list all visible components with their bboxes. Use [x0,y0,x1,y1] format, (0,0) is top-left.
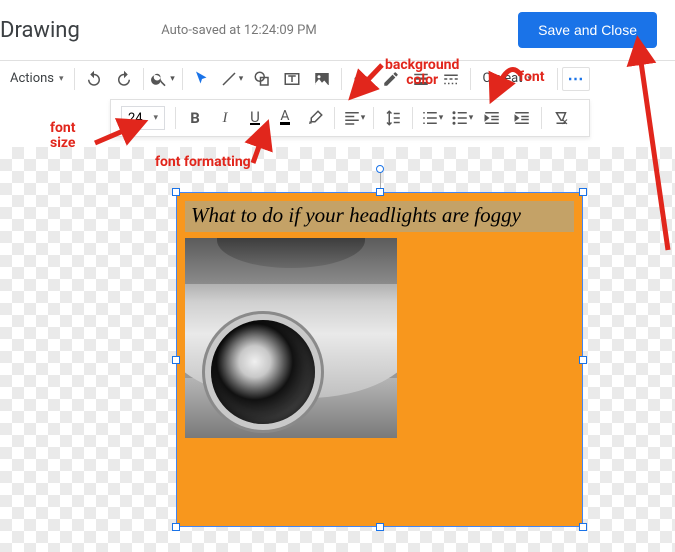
zoom-button[interactable]: ▾ [148,64,178,94]
separator [182,68,183,90]
redo-button[interactable] [109,64,139,94]
resize-handle-n[interactable] [376,188,384,196]
undo-button[interactable] [79,64,109,94]
separator [470,68,471,90]
font-family-select[interactable]: Caveat [475,67,553,90]
resize-handle-s[interactable] [376,523,384,531]
border-dash-button[interactable] [436,64,466,94]
resize-handle-sw[interactable] [172,523,180,531]
resize-handle-nw[interactable] [172,188,180,196]
separator [541,107,542,129]
selected-shape[interactable]: What to do if your headlights are foggy [176,192,583,527]
shape-tool[interactable] [247,64,277,94]
dialog-header: Drawing Auto-saved at 12:24:09 PM Save a… [0,0,675,60]
resize-handle-se[interactable] [579,523,587,531]
italic-button[interactable]: I [210,103,240,133]
textbox-tool[interactable] [277,64,307,94]
font-size-input[interactable]: 24 [121,106,165,130]
rotation-handle[interactable] [376,165,384,173]
embedded-image[interactable] [185,238,397,438]
separator [175,107,176,129]
actions-menu[interactable]: Actions [4,67,70,90]
increase-indent-button[interactable] [507,103,537,133]
separator [74,68,75,90]
fill-color-button[interactable] [346,64,376,94]
resize-handle-w[interactable] [172,356,180,364]
separator [143,68,144,90]
align-button[interactable]: ▾ [339,103,369,133]
separator [341,68,342,90]
highlight-color-button[interactable] [300,103,330,133]
separator [334,107,335,129]
separator [412,107,413,129]
numbered-list-button[interactable]: ▾ [417,103,447,133]
clear-formatting-button[interactable] [546,103,576,133]
text-color-button[interactable]: A [270,103,300,133]
bold-button[interactable]: B [180,103,210,133]
dialog-title: Drawing [0,18,80,43]
line-tool[interactable]: ▾ [217,64,247,94]
separator [557,68,558,90]
text-format-toolbar: 24 B I U A ▾ ▾ ▾ [110,99,590,137]
border-color-button[interactable] [376,64,406,94]
border-weight-button[interactable] [406,64,436,94]
more-tools-button[interactable]: ⋯ [562,67,590,91]
resize-handle-ne[interactable] [579,188,587,196]
drawing-canvas[interactable]: What to do if your headlights are foggy [0,147,675,552]
separator [373,107,374,129]
primary-toolbar: Actions ▾ ▾ Caveat ⋯ [0,60,675,96]
bulleted-list-button[interactable]: ▾ [447,103,477,133]
image-tool[interactable] [307,64,337,94]
select-tool[interactable] [187,64,217,94]
save-and-close-button[interactable]: Save and Close [518,12,657,48]
line-spacing-button[interactable] [378,103,408,133]
resize-handle-e[interactable] [579,356,587,364]
autosave-status: Auto-saved at 12:24:09 PM [161,23,317,38]
decrease-indent-button[interactable] [477,103,507,133]
underline-button[interactable]: U [240,103,270,133]
headline-textbox[interactable]: What to do if your headlights are foggy [185,201,574,232]
